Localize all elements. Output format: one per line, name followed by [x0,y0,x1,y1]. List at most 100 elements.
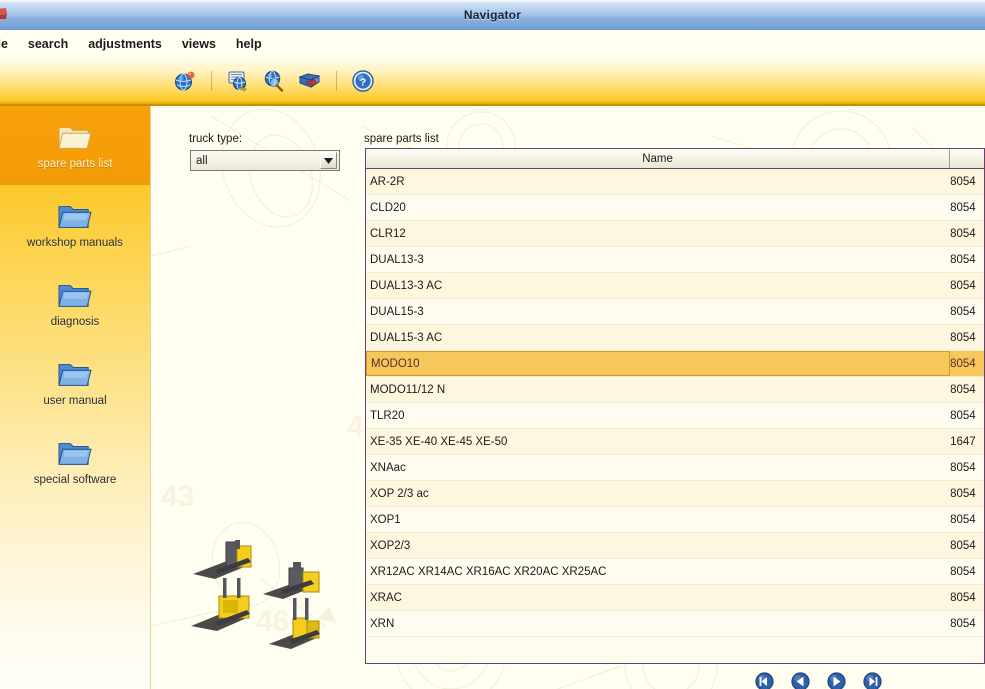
nav-prev-button[interactable] [791,672,810,689]
cell-code: 8054 [950,377,984,402]
window-title: Navigator [464,8,521,22]
menu-views[interactable]: views [172,34,226,54]
table-row[interactable]: XNAac8054 [366,455,984,481]
table-row[interactable]: XOP18054 [366,507,984,533]
folder-icon [56,200,94,232]
menu-file[interactable]: ile [0,34,18,54]
globe-new-icon [173,69,197,93]
table-row[interactable]: CLR128054 [366,221,984,247]
toolbar: ? [0,58,985,106]
table-row[interactable]: XE-35 XE-40 XE-45 XE-501647 [366,429,984,455]
cell-code: 8054 [950,169,984,194]
title-bar: Navigator [0,0,985,31]
cell-name: XRAC [366,585,950,610]
navigator-window: Navigator ile search adjustments views h… [0,0,985,689]
svg-text:43: 43 [161,480,194,513]
table-row[interactable]: DUAL15-38054 [366,299,984,325]
cell-name: DUAL15-3 [366,299,950,324]
folder-icon [56,437,94,469]
sidebar-item-diagnosis[interactable]: diagnosis [0,264,150,343]
cell-code: 1647 [950,429,984,454]
system-menu-icon[interactable] [0,6,12,24]
table-row[interactable]: DUAL15-3 AC8054 [366,325,984,351]
cell-code: 8054 [950,507,984,532]
cell-code: 8054 [950,481,984,506]
toolbar-separator [211,71,212,91]
globe-search-icon [262,69,286,93]
cell-name: DUAL13-3 [366,247,950,272]
truck-type-label: truck type: [189,133,242,145]
sidebar: spare parts list workshop manuals diagno… [0,106,151,689]
table-row[interactable]: XRN8054 [366,611,984,637]
chevron-down-icon[interactable] [320,152,337,169]
table-row[interactable]: XR12AC XR14AC XR16AC XR20AC XR25AC8054 [366,559,984,585]
cell-name: CLD20 [366,195,950,220]
toolbar-list-button[interactable] [221,64,255,98]
folder-icon [56,121,94,153]
menu-bar: ile search adjustments views help [0,30,985,58]
svg-text:?: ? [360,76,366,88]
cell-name: TLR20 [366,403,950,428]
cell-name: XNAac [366,455,950,480]
nav-first-icon [755,672,774,689]
toolbar-export-button[interactable] [293,64,327,98]
cell-code: 8054 [950,559,984,584]
folder-icon [56,358,94,390]
table-row[interactable]: AR-2R8054 [366,169,984,195]
cell-code: 8054 [950,585,984,610]
nav-next-button[interactable] [827,672,846,689]
pagination-controls [755,672,882,689]
cell-name: AR-2R [366,169,950,194]
menu-help[interactable]: help [226,34,272,54]
table-row[interactable]: CLD208054 [366,195,984,221]
nav-last-button[interactable] [863,672,882,689]
toolbar-new-button[interactable] [168,64,202,98]
toolbar-search-button[interactable] [257,64,291,98]
menu-search[interactable]: search [18,34,78,54]
nav-first-button[interactable] [755,672,774,689]
table-row[interactable]: MODO11/12 N8054 [366,377,984,403]
toolbar-help-button[interactable]: ? [346,64,380,98]
cell-name: DUAL13-3 AC [366,273,950,298]
help-circle-icon: ? [351,69,375,93]
cell-code: 8054 [950,611,984,636]
cell-code: 8054 [950,299,984,324]
brand-watermark: navigator [118,429,151,689]
menu-adjustments[interactable]: adjustments [78,34,172,54]
cell-name: XRN [366,611,950,636]
table-body: AR-2R8054CLD208054CLR128054DUAL13-38054D… [366,169,984,664]
cell-code: 8054 [950,221,984,246]
table-row[interactable]: MODO108054 [366,351,984,377]
spare-parts-list-label: spare parts list [364,133,439,145]
cell-code: 8054 [950,273,984,298]
cell-name: XE-35 XE-40 XE-45 XE-50 [366,429,950,454]
folder-export-icon [298,69,322,93]
cell-code: 8054 [950,403,984,428]
cell-name: XOP2/3 [366,533,950,558]
folder-icon [56,279,94,311]
table-row[interactable]: TLR208054 [366,403,984,429]
cell-code: 8054 [950,455,984,480]
table-row[interactable]: XOP 2/3 ac8054 [366,481,984,507]
column-header-code[interactable] [950,149,984,168]
cell-code: 8054 [950,325,984,350]
table-row[interactable]: DUAL13-3 AC8054 [366,273,984,299]
sidebar-item-spare-parts-list[interactable]: spare parts list [0,106,150,185]
sidebar-label: spare parts list [38,158,113,171]
nav-prev-icon [791,672,810,689]
table-row[interactable]: XOP2/38054 [366,533,984,559]
table-row[interactable]: DUAL13-38054 [366,247,984,273]
cell-name: DUAL15-3 AC [366,325,950,350]
forklift-illustration [191,526,381,666]
cell-name: XOP 2/3 ac [366,481,950,506]
sidebar-item-workshop-manuals[interactable]: workshop manuals [0,185,150,264]
cell-name: MODO10 [366,351,950,376]
column-header-name[interactable]: Name [366,149,950,168]
sidebar-label: diagnosis [51,316,100,329]
truck-type-select[interactable]: all [190,150,340,171]
cell-name: XR12AC XR14AC XR16AC XR20AC XR25AC [366,559,950,584]
sidebar-item-user-manual[interactable]: user manual [0,343,150,422]
table-row[interactable]: XRAC8054 [366,585,984,611]
cell-code: 8054 [950,247,984,272]
sidebar-label: user manual [43,395,106,408]
